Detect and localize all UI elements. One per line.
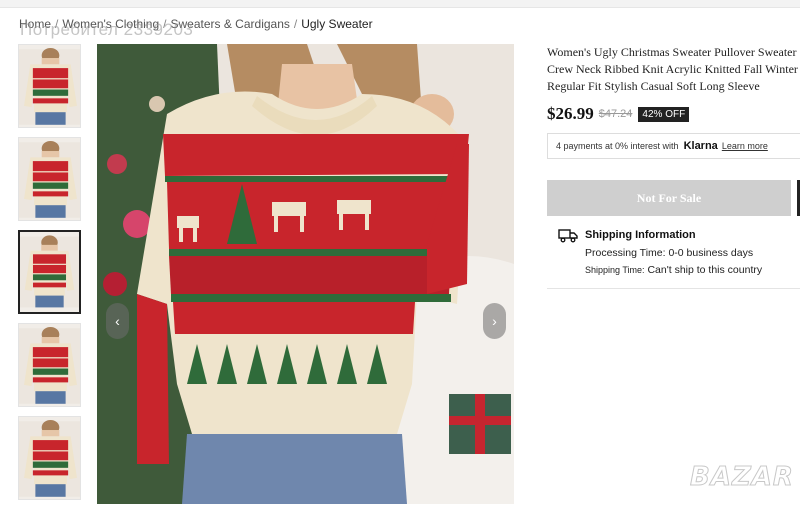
shipping-time-value: Can't ship to this country <box>647 264 763 276</box>
gallery-prev-button[interactable]: ‹ <box>106 303 129 339</box>
thumbnail-4[interactable] <box>18 323 81 407</box>
breadcrumb-separator: / <box>293 17 298 31</box>
thumbnail-image <box>20 235 79 308</box>
breadcrumb-current: Ugly Sweater <box>301 17 373 31</box>
main-product-image[interactable] <box>97 44 514 504</box>
thumbnail-image <box>19 47 80 125</box>
product-title: Women's Ugly Christmas Sweater Pullover … <box>547 44 800 96</box>
discount-badge: 42% OFF <box>638 106 690 122</box>
truck-icon <box>558 229 578 243</box>
thumbnail-1[interactable] <box>18 44 81 128</box>
shipping-time: Shipping Time: Can't ship to this countr… <box>585 264 762 276</box>
not-for-sale-button[interactable]: Not For Sale <box>547 180 791 216</box>
top-rule <box>0 0 800 8</box>
thumbnail-image <box>19 419 80 497</box>
thumbnail-3-active[interactable] <box>18 230 81 314</box>
thumbnail-image <box>19 140 80 218</box>
thumbnail-2[interactable] <box>18 137 81 221</box>
section-divider <box>547 288 800 289</box>
thumbnail-image <box>19 326 80 404</box>
klarna-learn-more-link[interactable]: Learn more <box>722 141 768 151</box>
shipping-title: Shipping Information <box>585 229 696 241</box>
original-price: $47.24 <box>598 108 633 120</box>
bazar-logo: BAZAR <box>690 462 794 493</box>
shipping-time-label: Shipping Time: <box>585 265 645 275</box>
processing-time: Processing Time: 0-0 business days <box>585 247 754 259</box>
user-watermark: Потребител 2339203 <box>20 20 194 39</box>
sweater-photo <box>97 44 514 504</box>
chevron-left-icon: ‹ <box>115 313 120 329</box>
current-price: $26.99 <box>547 104 594 123</box>
klarna-installments: 4 payments at 0% interest with Klarna Le… <box>547 133 800 159</box>
klarna-text: 4 payments at 0% interest with <box>556 141 679 151</box>
product-title-text: Women's Ugly Christmas Sweater Pullover … <box>547 45 798 93</box>
thumbnail-5[interactable] <box>18 416 81 500</box>
klarna-logo: Klarna <box>683 140 718 152</box>
chevron-right-icon: › <box>492 313 497 329</box>
gallery-next-button[interactable]: › <box>483 303 506 339</box>
thumbnail-list <box>18 44 84 509</box>
price-row: $26.99 $47.24 42% OFF <box>547 104 690 124</box>
